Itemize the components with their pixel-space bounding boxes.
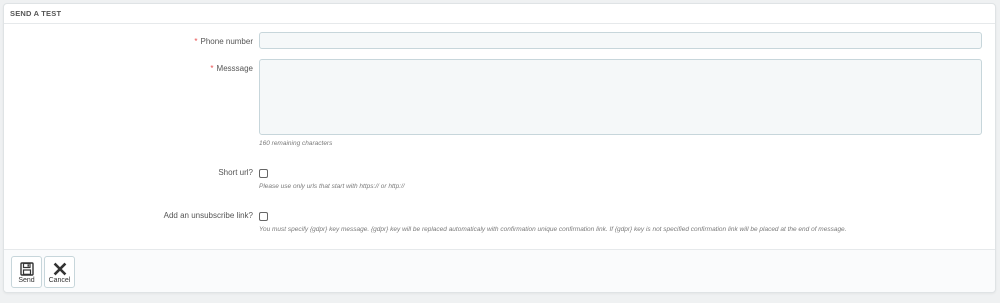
unsubscribe-link-label: Add an unsubscribe link? — [163, 211, 253, 220]
floppy-disk-icon — [12, 262, 41, 276]
required-mark: * — [194, 37, 198, 46]
required-mark: * — [210, 64, 214, 73]
unsubscribe-link-help: You must specify {gdpr} key message. {gd… — [259, 226, 847, 233]
remaining-characters-help: 160 remaining characters — [259, 140, 333, 147]
cancel-button[interactable]: Cancel — [44, 256, 75, 288]
unsubscribe-link-checkbox[interactable] — [259, 212, 268, 221]
short-url-help: Please use only urls that start with htt… — [259, 183, 405, 190]
phone-number-label: * Phone number — [194, 37, 253, 46]
message-label: * Messsage — [210, 64, 253, 73]
send-button[interactable]: Send — [11, 256, 42, 288]
send-test-panel: SEND A TEST * Phone number * Messsage 160 … — [3, 3, 996, 293]
short-url-label: Short url? — [218, 168, 253, 177]
short-url-checkbox[interactable] — [259, 169, 268, 178]
panel-footer: Send Cancel — [4, 249, 995, 292]
cancel-button-label: Cancel — [48, 277, 71, 284]
message-textarea[interactable] — [259, 59, 982, 135]
close-icon — [45, 262, 74, 276]
panel-heading: SEND A TEST — [4, 4, 995, 24]
phone-number-input[interactable] — [259, 32, 982, 49]
panel-title: SEND A TEST — [10, 9, 62, 18]
send-button-label: Send — [18, 277, 35, 284]
